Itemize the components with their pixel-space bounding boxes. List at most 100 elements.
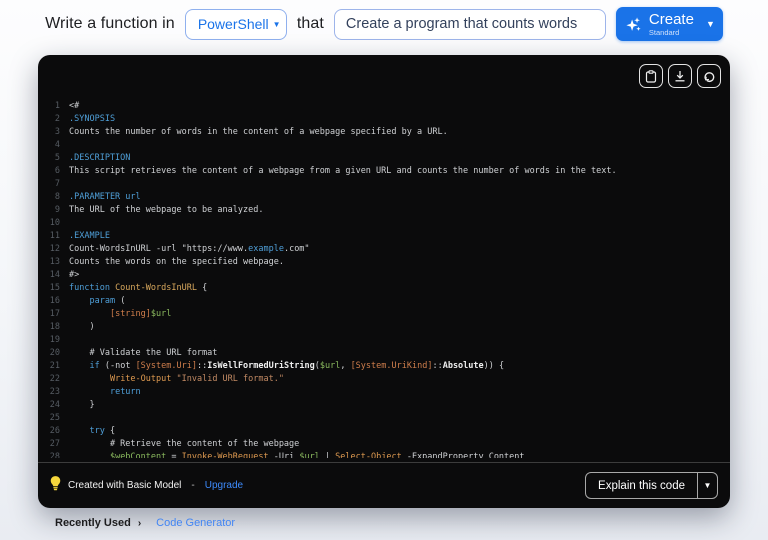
code-line: 12 Count-WordsInURL -url "https://www.exa… bbox=[44, 243, 726, 256]
line-number: 13 bbox=[49, 257, 60, 267]
line-content: } bbox=[69, 400, 95, 410]
model-footer: Created with Basic Model - Upgrade Expla… bbox=[38, 462, 730, 508]
code-line: 21 if (-not [System.Uri]::IsWellFormedUr… bbox=[44, 360, 726, 373]
code-line: 26 try { bbox=[44, 425, 726, 438]
create-dropdown-caret[interactable]: ▼ bbox=[706, 19, 715, 29]
chevron-right-icon: › bbox=[137, 517, 142, 529]
code-line: 18 ) bbox=[44, 321, 726, 334]
line-content: This script retrieves the content of a w… bbox=[69, 166, 617, 176]
line-content: Count-WordsInURL -url "https://www.examp… bbox=[69, 244, 310, 254]
line-number: 19 bbox=[49, 335, 60, 345]
line-number: 22 bbox=[49, 374, 60, 384]
line-number: 4 bbox=[54, 140, 60, 150]
code-line: 27 # Retrieve the content of the webpage bbox=[44, 438, 726, 451]
line-content: <# bbox=[69, 101, 80, 111]
line-content: param ( bbox=[89, 296, 126, 306]
line-content: .PARAMETER url bbox=[69, 192, 141, 202]
line-number: 2 bbox=[54, 114, 60, 124]
copy-icon[interactable] bbox=[639, 64, 663, 88]
line-number: 21 bbox=[49, 361, 60, 371]
code-lines[interactable]: 1 <# 2 .SYNOPSIS 3 Counts the number of words… bbox=[44, 100, 726, 458]
line-number: 15 bbox=[49, 283, 60, 293]
explain-code-button[interactable]: Explain this code bbox=[586, 473, 697, 498]
code-line: 5 .DESCRIPTION bbox=[44, 152, 726, 165]
prefix-label: Write a function in bbox=[45, 15, 175, 32]
lightbulb-icon bbox=[50, 475, 61, 496]
line-number: 1 bbox=[54, 101, 60, 111]
line-number: 11 bbox=[49, 231, 60, 241]
code-line: 6 This script retrieves the content of a … bbox=[44, 165, 726, 178]
line-content: # Validate the URL format bbox=[69, 348, 218, 358]
line-number: 18 bbox=[49, 322, 60, 332]
line-number: 6 bbox=[54, 166, 60, 176]
separator: - bbox=[191, 480, 195, 491]
code-line: 25 bbox=[44, 412, 726, 425]
line-content: [string]$url bbox=[109, 309, 172, 319]
sparkles-icon bbox=[625, 16, 642, 33]
code-line: 11 .EXAMPLE bbox=[44, 230, 726, 243]
prompt-input[interactable] bbox=[333, 8, 606, 40]
line-number: 17 bbox=[49, 309, 60, 319]
line-content: $webContent = Invoke-WebRequest -Uri $ur… bbox=[109, 452, 525, 458]
language-select-value: PowerShell bbox=[197, 16, 269, 32]
code-line: 15 function Count-WordsInURL { bbox=[44, 282, 726, 295]
line-content: try { bbox=[89, 426, 116, 436]
line-number: 20 bbox=[49, 348, 60, 358]
explain-button-group: Explain this code ▼ bbox=[585, 472, 718, 499]
code-line: 20 # Validate the URL format bbox=[44, 347, 726, 360]
code-line: 3 Counts the number of words in the conte… bbox=[44, 126, 726, 139]
code-line: 10 bbox=[44, 217, 726, 230]
line-content: if (-not [System.Uri]::IsWellFormedUriSt… bbox=[89, 361, 505, 371]
line-number: 28 bbox=[49, 452, 60, 458]
line-content: .SYNOPSIS bbox=[69, 114, 116, 124]
code-line: 22 Write-Output "Invalid URL format." bbox=[44, 373, 726, 386]
code-line: 24 } bbox=[44, 399, 726, 412]
line-number: 26 bbox=[49, 426, 60, 436]
line-content: .EXAMPLE bbox=[69, 231, 110, 241]
line-content: Counts the words on the specified webpag… bbox=[69, 257, 284, 267]
code-line: 16 param ( bbox=[44, 295, 726, 308]
line-content: .DESCRIPTION bbox=[69, 153, 131, 163]
line-number: 3 bbox=[54, 127, 60, 137]
line-content: function Count-WordsInURL { bbox=[69, 283, 208, 293]
line-content: # Retrieve the content of the webpage bbox=[69, 439, 300, 449]
code-line: 13 Counts the words on the specified webp… bbox=[44, 256, 726, 269]
download-icon[interactable] bbox=[668, 64, 692, 88]
line-number: 24 bbox=[49, 400, 60, 410]
code-line: 17 [string]$url bbox=[44, 308, 726, 321]
undo-icon[interactable] bbox=[697, 64, 721, 88]
line-number: 12 bbox=[49, 244, 60, 254]
line-number: 25 bbox=[49, 413, 60, 423]
line-number: 16 bbox=[49, 296, 60, 306]
code-line: 1 <# bbox=[44, 100, 726, 113]
line-content: Write-Output "Invalid URL format." bbox=[109, 374, 284, 384]
line-content: Counts the number of words in the conten… bbox=[69, 127, 448, 137]
line-number: 23 bbox=[49, 387, 60, 397]
code-line: 14 #> bbox=[44, 269, 726, 282]
line-content: return bbox=[109, 387, 141, 397]
editor-actions bbox=[639, 64, 721, 88]
generator-toolbar: Write a function in PowerShell ▼ that Cr… bbox=[0, 6, 768, 42]
line-number: 27 bbox=[49, 439, 60, 449]
language-select[interactable]: PowerShell ▼ bbox=[184, 8, 287, 40]
line-content: #> bbox=[69, 270, 80, 280]
line-number: 5 bbox=[54, 153, 60, 163]
upgrade-link[interactable]: Upgrade bbox=[205, 480, 243, 491]
code-line: 19 bbox=[44, 334, 726, 347]
code-generator-link[interactable]: Code Generator bbox=[156, 517, 235, 529]
create-button[interactable]: Create Standard ▼ bbox=[615, 7, 723, 41]
code-line: 8 .PARAMETER url bbox=[44, 191, 726, 204]
breadcrumb: Recently Used › Code Generator bbox=[55, 517, 235, 529]
line-content: The URL of the webpage to be analyzed. bbox=[69, 205, 264, 215]
recently-used-label: Recently Used bbox=[55, 517, 131, 529]
code-line: 4 bbox=[44, 139, 726, 152]
create-button-sublabel: Standard bbox=[648, 27, 680, 37]
code-line: 2 .SYNOPSIS bbox=[44, 113, 726, 126]
line-number: 8 bbox=[54, 192, 60, 202]
explain-dropdown-caret[interactable]: ▼ bbox=[697, 473, 717, 498]
middle-label: that bbox=[296, 15, 324, 32]
code-panel: 1 <# 2 .SYNOPSIS 3 Counts the number of words… bbox=[38, 55, 730, 508]
create-button-label: Create bbox=[648, 10, 694, 28]
line-number: 9 bbox=[54, 205, 60, 215]
code-line: 7 bbox=[44, 178, 726, 191]
